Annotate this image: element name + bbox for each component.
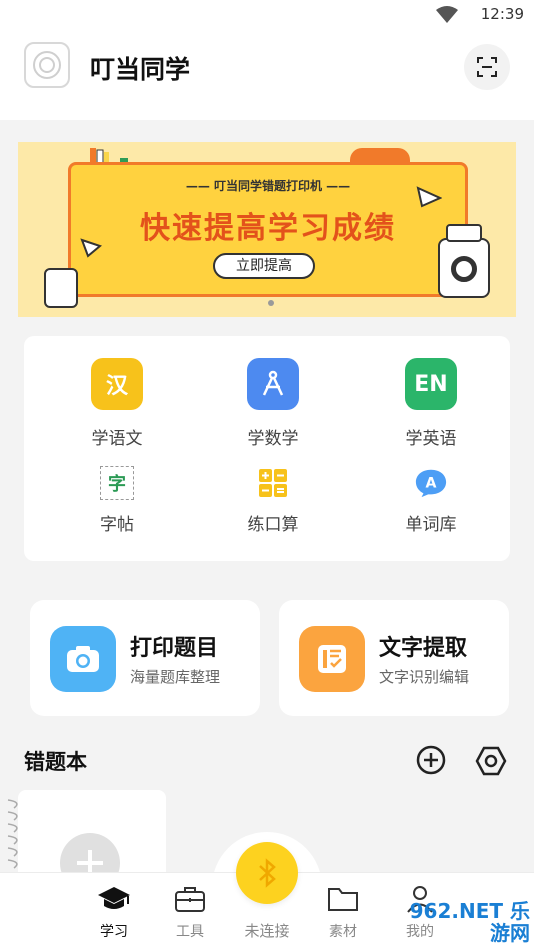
print-questions-card[interactable]: 打印题目 海量题库整理 bbox=[30, 600, 260, 716]
banner-cta-button[interactable]: 立即提高 bbox=[213, 253, 315, 279]
chinese-icon: 汉 bbox=[91, 358, 143, 410]
carousel-indicator[interactable] bbox=[268, 300, 274, 306]
paper-roll-icon bbox=[44, 268, 78, 308]
vocabulary-icon: A bbox=[414, 466, 448, 500]
section-title: 错题本 bbox=[24, 750, 87, 774]
subject-menu: 汉 学语文 学数学 EN 学英语 字 字帖 练口算 A 单词库 bbox=[24, 336, 510, 561]
folder-icon bbox=[328, 888, 358, 911]
nav-item-study[interactable]: 学习 bbox=[84, 885, 144, 941]
triangle-icon bbox=[416, 186, 442, 208]
nav-item-tools[interactable]: 工具 bbox=[160, 885, 220, 941]
bluetooth-connect-button[interactable] bbox=[236, 842, 298, 904]
copybook-icon: 字 bbox=[100, 466, 134, 500]
nav-item-materials[interactable]: 素材 bbox=[313, 885, 373, 941]
menu-item-label: 练口算 bbox=[247, 515, 299, 535]
app-logo-icon bbox=[24, 42, 70, 88]
menu-item-label: 学数学 bbox=[247, 429, 299, 449]
feature-title: 文字提取 bbox=[379, 636, 468, 661]
camera-icon bbox=[50, 626, 116, 692]
watermark-logo: 962.NET 乐游网 bbox=[409, 899, 530, 945]
settings-icon[interactable] bbox=[475, 745, 507, 777]
nav-label: 工具 bbox=[176, 924, 204, 940]
nav-label: 素材 bbox=[329, 924, 357, 940]
feature-subtitle: 海量题库整理 bbox=[130, 668, 221, 686]
compass-icon bbox=[247, 358, 299, 410]
menu-item-vocabulary[interactable]: A 单词库 bbox=[376, 466, 486, 535]
menu-item-label: 字帖 bbox=[100, 515, 134, 535]
menu-item-math[interactable]: 学数学 bbox=[218, 358, 328, 449]
menu-item-english[interactable]: EN 学英语 bbox=[376, 358, 486, 449]
banner-frame: —— 叮当同学错题打印机 —— 快速提高学习成绩 立即提高 bbox=[68, 162, 468, 297]
status-time: 12:39 bbox=[480, 5, 524, 23]
scan-button[interactable] bbox=[464, 44, 510, 90]
printer-icon bbox=[438, 224, 490, 298]
feature-subtitle: 文字识别编辑 bbox=[379, 668, 470, 686]
banner-headline: 快速提高学习成绩 bbox=[140, 211, 396, 246]
toolbox-icon bbox=[175, 887, 205, 912]
bluetooth-icon bbox=[259, 858, 276, 888]
feature-title: 打印题目 bbox=[130, 636, 219, 661]
menu-item-label: 学语文 bbox=[91, 429, 143, 449]
menu-item-mental-math[interactable]: 练口算 bbox=[218, 466, 328, 535]
text-extract-card[interactable]: 文字提取 文字识别编辑 bbox=[279, 600, 509, 716]
menu-item-copybook[interactable]: 字 字帖 bbox=[62, 466, 172, 535]
menu-item-chinese[interactable]: 汉 学语文 bbox=[62, 358, 172, 449]
promo-banner[interactable]: —— 叮当同学错题打印机 —— 快速提高学习成绩 立即提高 bbox=[18, 142, 516, 317]
triangle-icon bbox=[80, 238, 102, 258]
svg-text:A: A bbox=[426, 476, 437, 492]
scan-icon bbox=[477, 57, 497, 77]
english-icon: EN bbox=[405, 358, 457, 410]
menu-item-label: 学英语 bbox=[405, 429, 457, 449]
calculator-icon bbox=[256, 466, 290, 500]
status-bar: 12:39 bbox=[0, 0, 534, 30]
nav-label: 学习 bbox=[100, 924, 128, 940]
banner-subtitle: —— 叮当同学错题打印机 —— bbox=[185, 179, 351, 193]
menu-item-label: 单词库 bbox=[405, 515, 457, 535]
bluetooth-status-label: 未连接 bbox=[244, 922, 290, 940]
app-title: 叮当同学 bbox=[90, 55, 191, 84]
graduation-cap-icon bbox=[98, 887, 130, 909]
document-edit-icon bbox=[299, 626, 365, 692]
app-header: 叮当同学 bbox=[0, 30, 534, 120]
add-icon[interactable] bbox=[416, 745, 446, 775]
spiral-binding-icon bbox=[7, 799, 18, 869]
wifi-icon bbox=[436, 6, 458, 23]
